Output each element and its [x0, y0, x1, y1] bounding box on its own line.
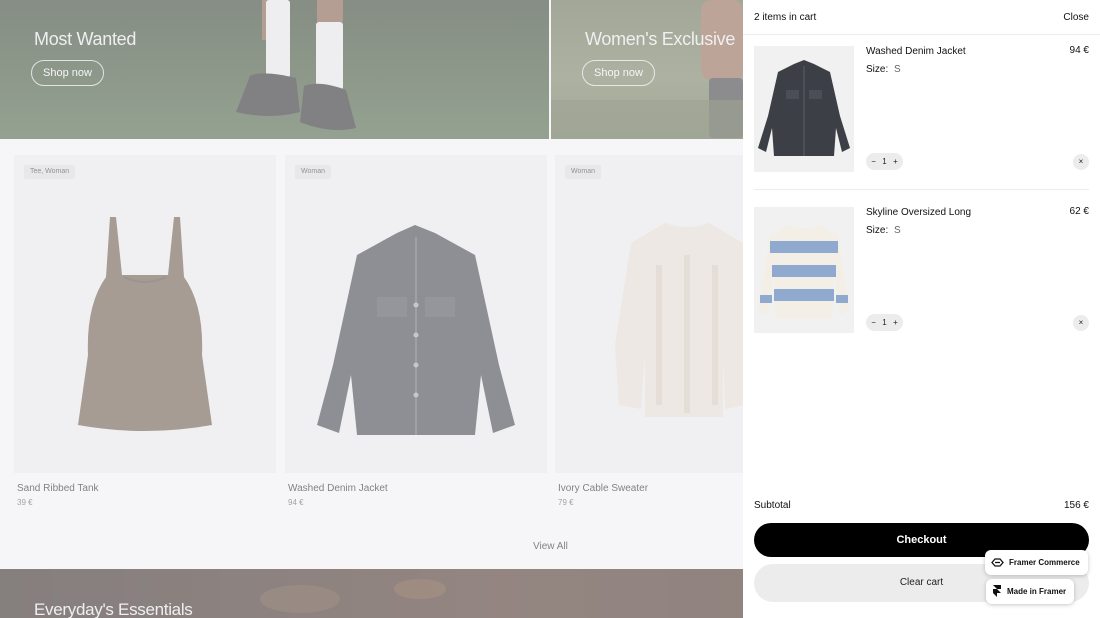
increase-quantity-button[interactable]: +	[893, 318, 898, 327]
cart-item-image[interactable]	[754, 207, 854, 333]
cart-item-image[interactable]	[754, 46, 854, 172]
framer-commerce-icon	[991, 558, 1004, 567]
quantity-stepper: − 1 +	[866, 153, 903, 170]
remove-item-button[interactable]: ×	[1073, 154, 1089, 170]
close-cart-button[interactable]: Close	[1063, 12, 1089, 23]
drawer-backdrop[interactable]	[0, 0, 743, 618]
made-in-framer-badge[interactable]: Made in Framer	[986, 579, 1075, 604]
cart-item: Washed Denim Jacket Size: S 94 € − 1 + ×	[754, 45, 1089, 172]
cart-item-price: 94 €	[1069, 45, 1089, 56]
cart-item-name[interactable]: Skyline Oversized Long	[866, 207, 971, 218]
subtotal-value: 156 €	[1063, 500, 1089, 511]
size-value: S	[894, 64, 901, 75]
made-in-framer-label: Made in Framer	[1007, 587, 1067, 596]
size-label: Size:	[866, 64, 889, 75]
decrease-quantity-button[interactable]: −	[871, 318, 876, 327]
subtotal-label: Subtotal	[754, 500, 791, 511]
decrease-quantity-button[interactable]: −	[871, 157, 876, 166]
size-value: S	[894, 225, 901, 236]
cart-item-name[interactable]: Washed Denim Jacket	[866, 46, 966, 57]
increase-quantity-button[interactable]: +	[893, 157, 898, 166]
quantity-stepper: − 1 +	[866, 314, 903, 331]
cart-item-size: Size: S	[866, 225, 901, 236]
quantity-value: 1	[882, 157, 887, 166]
cart-drawer: 2 items in cart Close Washed Denim Jacke…	[743, 0, 1100, 618]
cart-divider	[754, 189, 1089, 190]
striped-sweater-thumbnail	[758, 225, 850, 319]
cart-item-count: 2 items in cart	[754, 12, 817, 23]
framer-commerce-label: Framer Commerce	[1009, 558, 1080, 567]
quantity-value: 1	[882, 318, 887, 327]
cart-item-price: 62 €	[1069, 206, 1089, 217]
cart-header: 2 items in cart Close	[743, 0, 1100, 35]
framer-logo-icon	[993, 585, 1001, 597]
size-label: Size:	[866, 225, 889, 236]
denim-jacket-thumbnail	[758, 60, 850, 156]
cart-item: Skyline Oversized Long Size: S 62 € − 1 …	[754, 206, 1089, 333]
remove-item-button[interactable]: ×	[1073, 315, 1089, 331]
framer-commerce-badge[interactable]: Framer Commerce	[985, 550, 1088, 575]
cart-item-size: Size: S	[866, 64, 901, 75]
